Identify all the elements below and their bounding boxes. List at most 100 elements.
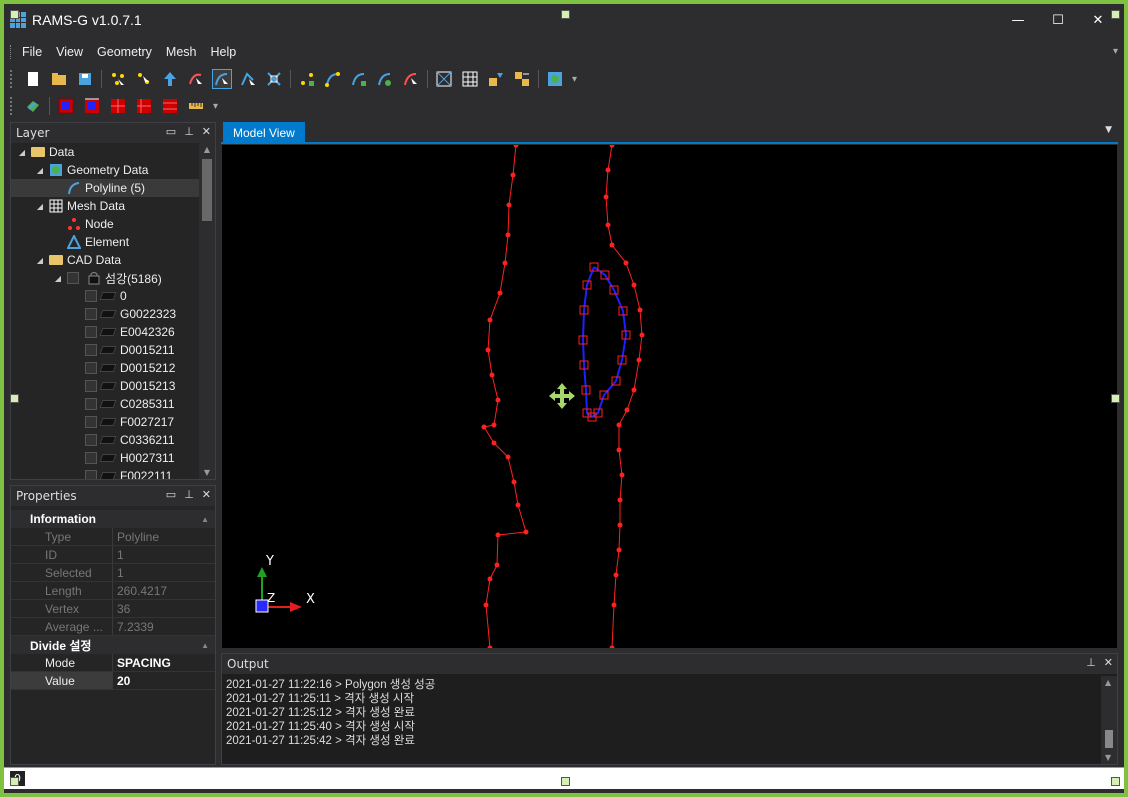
model-viewport[interactable]: Y X Z <box>222 145 1117 648</box>
menu-view[interactable]: View <box>49 45 90 59</box>
resize-handle-tr[interactable] <box>1111 10 1120 19</box>
layer-checkbox[interactable] <box>85 326 97 338</box>
tree-item-element[interactable]: Element <box>11 233 199 251</box>
cad-layer-item[interactable]: C0336211 <box>11 431 199 449</box>
tree-item-cad-data[interactable]: ◢ CAD Data <box>11 251 199 269</box>
layer-checkbox[interactable] <box>85 470 97 479</box>
curve-split-icon[interactable] <box>375 69 395 89</box>
expand-arrow-icon[interactable]: ◢ <box>17 148 27 157</box>
select-point-icon[interactable] <box>134 69 154 89</box>
refresh-layer-icon[interactable] <box>23 96 43 116</box>
expand-arrow-icon[interactable]: ◢ <box>53 274 63 283</box>
expand-arrow-icon[interactable]: ◢ <box>35 202 45 211</box>
pin-icon[interactable]: ⊥ <box>1086 656 1096 669</box>
scroll-thumb[interactable] <box>202 159 212 221</box>
float-icon[interactable]: ▭ <box>166 125 176 138</box>
tree-item-polyline[interactable]: Polyline (5) <box>11 179 199 197</box>
tab-dropdown-icon[interactable]: ▼ <box>1105 125 1112 135</box>
pin-icon[interactable]: ⊥ <box>184 125 194 138</box>
mesh-grid-icon[interactable] <box>460 69 480 89</box>
cad-layer-item[interactable]: E0042326 <box>11 323 199 341</box>
cad-layer-item[interactable]: F0027217 <box>11 413 199 431</box>
tree-item-cad-file[interactable]: ◢ 섬강(5186) <box>11 269 199 287</box>
open-folder-icon[interactable] <box>49 69 69 89</box>
layer-scrollbar[interactable]: ▲ ▼ <box>199 143 215 479</box>
tab-model-view[interactable]: Model View <box>223 122 305 144</box>
draw-polyline-icon[interactable] <box>212 69 232 89</box>
add-node-icon[interactable] <box>297 69 317 89</box>
expand-arrow-icon[interactable]: ◢ <box>35 166 45 175</box>
menu-overflow-icon[interactable]: ▾ <box>1113 46 1118 57</box>
menu-mesh[interactable]: Mesh <box>159 45 204 59</box>
resize-handle-tl[interactable] <box>10 10 19 19</box>
add-point-icon[interactable] <box>108 69 128 89</box>
layer-checkbox[interactable] <box>85 398 97 410</box>
cad-layer-item[interactable]: D0015211 <box>11 341 199 359</box>
layer-checkbox[interactable] <box>85 344 97 356</box>
scroll-down-icon[interactable]: ▼ <box>199 468 215 477</box>
resize-handle-tc[interactable] <box>561 10 570 19</box>
layer-checkbox[interactable] <box>85 434 97 446</box>
boundary-bottom-icon[interactable] <box>160 96 180 116</box>
cad-layer-item[interactable]: D0015213 <box>11 377 199 395</box>
panel-close-icon[interactable]: ✕ <box>202 488 211 501</box>
float-icon[interactable]: ▭ <box>166 488 176 501</box>
boundary-left-icon[interactable] <box>134 96 154 116</box>
cad-layer-item[interactable]: D0015212 <box>11 359 199 377</box>
expand-arrow-icon[interactable]: ◢ <box>35 256 45 265</box>
boundary-top-icon[interactable] <box>82 96 102 116</box>
layer-checkbox[interactable] <box>85 362 97 374</box>
add-curve-node-icon[interactable] <box>323 69 343 89</box>
resize-handle-ml[interactable] <box>10 394 19 403</box>
delete-polyline-icon[interactable] <box>264 69 284 89</box>
tree-item-data[interactable]: ◢ Data <box>11 143 199 161</box>
ruler-icon[interactable] <box>186 96 206 116</box>
scroll-down-icon[interactable]: ▼ <box>1105 753 1111 762</box>
menu-file[interactable]: File <box>15 45 49 59</box>
scroll-up-icon[interactable]: ▲ <box>1105 678 1111 687</box>
resize-handle-mr[interactable] <box>1111 394 1120 403</box>
curve-add-icon[interactable] <box>349 69 369 89</box>
property-value[interactable]: SPACING <box>113 654 215 672</box>
layer-checkbox[interactable] <box>85 308 97 320</box>
new-file-icon[interactable] <box>23 69 43 89</box>
mesh-generate-icon[interactable] <box>434 69 454 89</box>
boundary-box-icon[interactable] <box>56 96 76 116</box>
map-view-icon[interactable] <box>545 69 565 89</box>
cad-layer-item[interactable]: C0285311 <box>11 395 199 413</box>
model-canvas[interactable]: Y X Z <box>222 145 1117 648</box>
scroll-up-icon[interactable]: ▲ <box>199 145 215 154</box>
cad-layer-item[interactable]: 0 <box>11 287 199 305</box>
menu-help[interactable]: Help <box>204 45 244 59</box>
tree-item-mesh-data[interactable]: ◢ Mesh Data <box>11 197 199 215</box>
resize-handle-bl[interactable] <box>10 777 19 786</box>
cad-layer-item[interactable]: H0027311 <box>11 449 199 467</box>
panel-close-icon[interactable]: ✕ <box>1104 656 1113 669</box>
layer-checkbox[interactable] <box>85 380 97 392</box>
toolbar2-overflow-icon[interactable]: ▾ <box>213 101 218 112</box>
layer-checkbox[interactable] <box>85 416 97 428</box>
output-scrollbar[interactable]: ▲ ▼ <box>1101 676 1117 764</box>
property-row[interactable]: Value 20 <box>11 672 215 690</box>
resize-handle-bc[interactable] <box>561 777 570 786</box>
mesh-transfer-icon[interactable] <box>486 69 506 89</box>
pointer-curve-icon[interactable] <box>186 69 206 89</box>
cad-layer-item[interactable]: F0022111 <box>11 467 199 479</box>
layer-checkbox[interactable] <box>67 272 79 284</box>
collapse-icon[interactable]: ▲ <box>201 641 209 650</box>
tree-item-node[interactable]: Node <box>11 215 199 233</box>
property-value[interactable]: 20 <box>113 672 215 690</box>
curve-select-icon[interactable] <box>401 69 421 89</box>
cad-layer-item[interactable]: G0022323 <box>11 305 199 323</box>
scroll-thumb[interactable] <box>1105 730 1113 748</box>
minimize-button[interactable]: — <box>998 8 1038 32</box>
layer-checkbox[interactable] <box>85 290 97 302</box>
pin-icon[interactable]: ⊥ <box>184 488 194 501</box>
category-divide[interactable]: Divide 설정 ▲ <box>11 636 215 654</box>
panel-close-icon[interactable]: ✕ <box>202 125 211 138</box>
collapse-icon[interactable]: ▲ <box>201 515 209 524</box>
edit-polyline-icon[interactable] <box>238 69 258 89</box>
toolbar-overflow-icon[interactable]: ▾ <box>572 74 577 85</box>
mesh-swap-icon[interactable] <box>512 69 532 89</box>
menu-geometry[interactable]: Geometry <box>90 45 159 59</box>
